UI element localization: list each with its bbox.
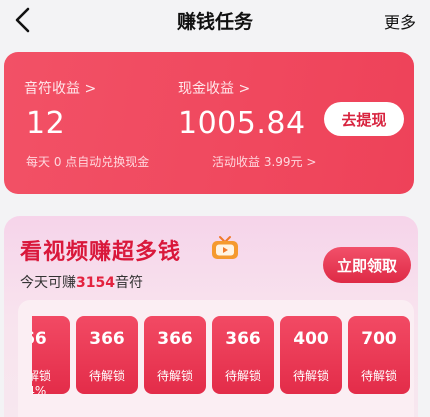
reward-tile-label: 待解锁 <box>360 369 397 383</box>
cash-earnings-value: 1005.84 <box>178 106 306 141</box>
reward-tile[interactable]: 700 待解锁 <box>348 316 410 394</box>
claim-now-button[interactable]: 立即领取 <box>323 247 411 283</box>
earn-today-amount: 3154 <box>76 275 115 291</box>
balance-card: 音符收益 > 12 每天 0 点自动兑换现金 现金收益 > 1005.84 活动… <box>4 52 414 194</box>
reward-tile[interactable]: 366 待解锁 <box>144 316 206 394</box>
notes-auto-exchange-note: 每天 0 点自动兑换现金 <box>26 155 150 169</box>
reward-tile-value: 366 <box>225 329 261 349</box>
reward-tile-value: 366 <box>32 329 47 349</box>
reward-tile-value: 366 <box>89 329 125 349</box>
video-task-title: 看视频赚超多钱 <box>20 240 182 265</box>
reward-tiles-row: 366 待解锁44% 366 待解锁 366 待解锁 366 待解锁 400 待… <box>18 300 414 417</box>
earn-today-suffix: 音符 <box>114 275 143 291</box>
reward-tile[interactable]: 400 待解锁 <box>280 316 342 394</box>
reward-tile-label: 待解锁 <box>224 369 261 383</box>
earn-today-text: 今天可赚3154音符 <box>20 272 143 292</box>
earn-today-prefix: 今天可赚 <box>20 275 76 291</box>
video-task-card: 看视频赚超多钱 今天可赚3154音符 立即领取 366 待解锁44% 366 待… <box>4 216 418 417</box>
reward-tile-label: 待解锁 <box>292 369 329 383</box>
withdraw-button[interactable]: 去提现 <box>324 102 404 136</box>
tv-icon <box>212 236 238 259</box>
cash-earnings-label[interactable]: 现金收益 > <box>178 78 250 98</box>
notes-earnings-label[interactable]: 音符收益 > <box>24 78 96 98</box>
notes-earnings-value: 12 <box>26 106 66 141</box>
reward-tile-value: 400 <box>293 329 329 349</box>
reward-tile-label: 待解锁44% <box>32 369 51 394</box>
activity-earnings-link[interactable]: 活动收益 3.99元 > <box>212 153 316 170</box>
reward-tile[interactable]: 366 待解锁 <box>76 316 138 394</box>
reward-tile-value: 700 <box>361 329 397 349</box>
reward-tile[interactable]: 366 待解锁 <box>212 316 274 394</box>
more-button[interactable]: 更多 <box>384 9 416 33</box>
page-title: 赚钱任务 <box>176 11 253 33</box>
reward-tile[interactable]: 366 待解锁44% <box>32 316 70 394</box>
top-nav-bar: 赚钱任务 更多 <box>0 0 430 44</box>
reward-tile-label: 待解锁 <box>156 369 193 383</box>
reward-tile-value: 366 <box>157 329 193 349</box>
reward-tile-label: 待解锁 <box>88 369 125 383</box>
